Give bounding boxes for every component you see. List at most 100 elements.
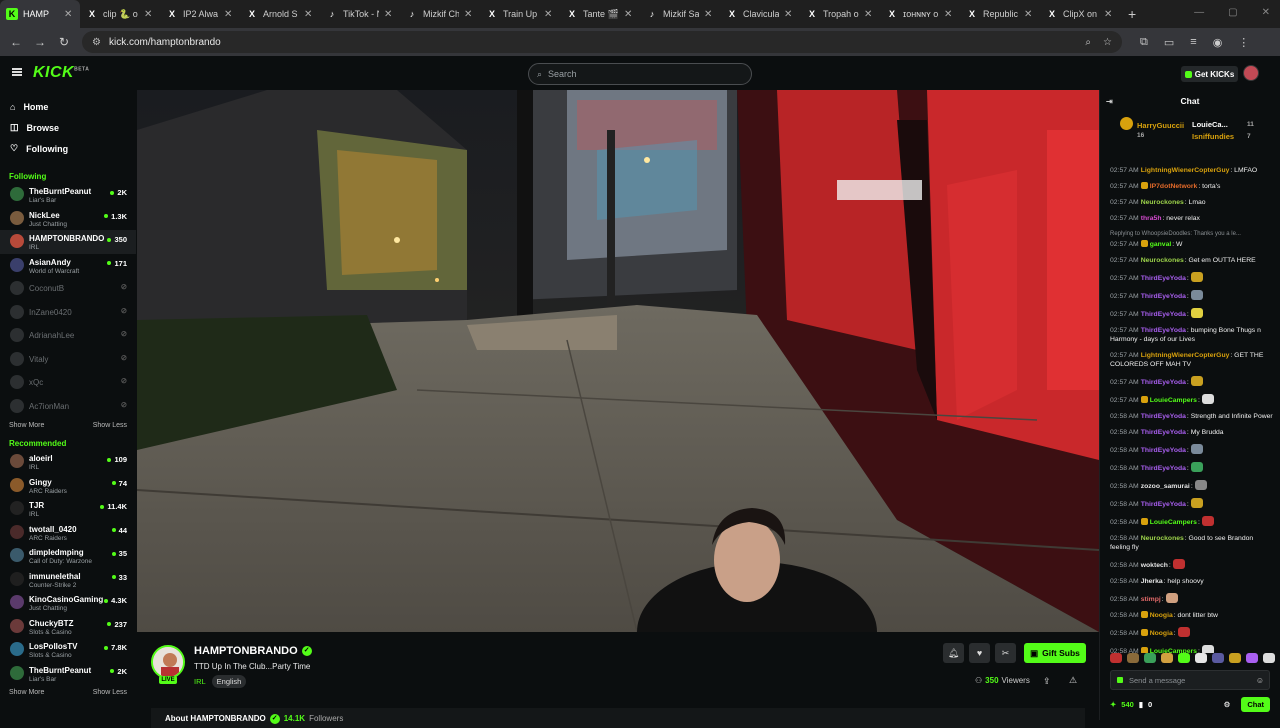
sidebar-channel[interactable]: twotall_0420 ARC Raiders 44 [0, 521, 136, 545]
close-tab-icon[interactable]: ✕ [64, 9, 74, 20]
language-tag[interactable]: English [211, 675, 247, 688]
zoom-icon[interactable]: ⌕ [1085, 37, 1091, 48]
close-tab-icon[interactable]: ✕ [304, 9, 314, 20]
emote-icon[interactable] [1144, 653, 1156, 663]
second-gifter-name[interactable]: LouieCa... [1192, 120, 1228, 129]
message-username[interactable]: Jherka [1141, 578, 1163, 585]
browser-tab[interactable]: ♪ Mizkif Ch ✕ [400, 0, 480, 28]
minimize-button[interactable]: — [1194, 7, 1204, 18]
message-username[interactable]: Noogia [1150, 612, 1173, 619]
channel-avatar[interactable] [151, 645, 185, 679]
sidebar-channel[interactable]: HAMPTONBRANDO IRL 350 [0, 230, 136, 254]
show-less-recommended-button[interactable]: Show Less [93, 689, 127, 696]
category-link[interactable]: IRL [194, 677, 206, 686]
browser-tab[interactable]: Xclip 🐍 o ✕ [80, 0, 160, 28]
maximize-button[interactable]: ▢ [1228, 7, 1237, 18]
sidebar-nav-browse[interactable]: ◫ Browse [0, 117, 136, 138]
close-tab-icon[interactable]: ✕ [224, 9, 234, 20]
share-icon[interactable]: ⇪ [1043, 676, 1051, 687]
sidebar-channel[interactable]: CoconutB ⊘ [0, 277, 136, 301]
sidebar-channel[interactable]: Vitaly ⊘ [0, 348, 136, 372]
browser-tab[interactable]: ♪ Mizkif Sa ✕ [640, 0, 720, 28]
media-icon[interactable]: ▭ [1164, 36, 1174, 49]
get-kicks-button[interactable]: Get KICKs [1181, 66, 1238, 82]
search-input[interactable]: ⌕ Search [528, 63, 752, 85]
emote-icon[interactable] [1161, 653, 1173, 663]
new-tab-button[interactable]: + [1128, 6, 1136, 22]
emote-icon[interactable] [1246, 653, 1258, 663]
menu-icon[interactable] [12, 68, 22, 76]
message-username[interactable]: ThirdEyeYoda [1141, 501, 1186, 508]
message-username[interactable]: ThirdEyeYoda [1141, 379, 1186, 386]
close-tab-icon[interactable]: ✕ [624, 9, 634, 20]
user-avatar[interactable] [1243, 65, 1259, 81]
emote-icon[interactable] [1229, 653, 1241, 663]
message-username[interactable]: Neurockones [1141, 257, 1184, 264]
browser-tab[interactable]: X Train Up ✕ [480, 0, 560, 28]
browser-menu-icon[interactable]: ⋮ [1238, 36, 1249, 49]
sidebar-channel[interactable]: immunelethal Counter-Strike 2 33 [0, 568, 136, 592]
notification-bell-icon[interactable]: 🔔︎ [943, 643, 964, 663]
message-username[interactable]: ThirdEyeYoda [1141, 447, 1186, 454]
extensions-icon[interactable]: ⧉ [1140, 36, 1148, 49]
sidebar-channel[interactable]: TJR IRL 11.4K [0, 497, 136, 521]
top-gifter-name[interactable]: HarryGuuccii [1137, 121, 1184, 130]
sidebar-channel[interactable]: InZane0420 ⊘ [0, 301, 136, 325]
chat-input[interactable]: Send a message ☺ [1110, 670, 1270, 690]
url-field[interactable]: ⚙ kick.com/hamptonbrando ⌕ ☆ [82, 31, 1122, 53]
close-tab-icon[interactable]: ✕ [544, 9, 554, 20]
close-tab-icon[interactable]: ✕ [1104, 9, 1114, 20]
emote-icon[interactable] [1127, 653, 1139, 663]
tab-search-icon[interactable]: ≡ [1190, 36, 1196, 49]
message-username[interactable]: ThirdEyeYoda [1141, 293, 1186, 300]
sidebar-channel[interactable]: TheBurntPeanut Liar's Bar 2K [0, 183, 136, 207]
sidebar-channel[interactable]: dimpledmping Call of Duty: Warzone 35 [0, 544, 136, 568]
sidebar-channel[interactable]: AsianAndy World of Warcraft 171 [0, 254, 136, 278]
browser-tab[interactable]: K HAMP ✕ [0, 0, 80, 28]
message-username[interactable]: Noogia [1150, 630, 1173, 637]
clip-icon[interactable]: ✂ [995, 643, 1016, 663]
emote-icon[interactable] [1178, 653, 1190, 663]
browser-tab[interactable]: X IP2 Alwa ✕ [160, 0, 240, 28]
message-username[interactable]: IP7dotNetwork [1150, 183, 1198, 190]
message-username[interactable]: LightningWienerCopterGuy [1141, 167, 1230, 174]
chat-send-button[interactable]: Chat [1241, 696, 1270, 712]
emote-icon[interactable] [1110, 653, 1122, 663]
show-less-button[interactable]: Show Less [93, 422, 127, 429]
sidebar-channel[interactable]: TheBurntPeanut Liar's Bar 2K [0, 662, 136, 686]
sidebar-channel[interactable]: Gingy ARC Raiders 74 [0, 474, 136, 498]
kick-logo[interactable]: KICKBETA [33, 64, 89, 82]
sidebar-channel[interactable]: xQc ⊘ [0, 371, 136, 395]
message-username[interactable]: ThirdEyeYoda [1141, 311, 1186, 318]
forward-button[interactable]: → [28, 35, 52, 49]
close-tab-icon[interactable]: ✕ [464, 9, 474, 20]
message-username[interactable]: ThirdEyeYoda [1141, 275, 1186, 282]
browser-tab[interactable]: ♪ TikTok - N ✕ [320, 0, 400, 28]
message-username[interactable]: zozoo_samurai [1141, 483, 1190, 490]
follow-heart-icon[interactable]: ♥ [969, 643, 990, 663]
video-player[interactable] [137, 90, 1099, 632]
show-more-recommended-button[interactable]: Show More [9, 689, 44, 696]
bookmark-star-icon[interactable]: ☆ [1103, 37, 1112, 48]
browser-tab[interactable]: Xɪᴏʜɴɴʏ o ✕ [880, 0, 960, 28]
message-username[interactable]: ThirdEyeYoda [1141, 413, 1186, 420]
message-username[interactable]: LouieCampers [1150, 519, 1197, 526]
close-tab-icon[interactable]: ✕ [864, 9, 874, 20]
browser-tab[interactable]: X Tropah o ✕ [800, 0, 880, 28]
site-info-icon[interactable]: ⚙ [92, 37, 101, 48]
close-tab-icon[interactable]: ✕ [384, 9, 394, 20]
sidebar-channel[interactable]: NickLee Just Chatting 1.3K [0, 207, 136, 231]
sidebar-channel[interactable]: aloeirl IRL 109 [0, 450, 136, 474]
message-username[interactable]: LightningWienerCopterGuy [1141, 352, 1230, 359]
gift-subs-button[interactable]: ▣ Gift Subs [1024, 643, 1086, 663]
message-username[interactable]: Neurockones [1141, 199, 1184, 206]
close-window-button[interactable]: ✕ [1262, 7, 1270, 18]
sidebar-nav-following[interactable]: ♡ Following [0, 138, 136, 159]
emote-icon[interactable] [1263, 653, 1275, 663]
profile-icon[interactable]: ◉ [1213, 36, 1223, 49]
message-username[interactable]: ThirdEyeYoda [1141, 327, 1186, 334]
close-tab-icon[interactable]: ✕ [144, 9, 154, 20]
sidebar-channel[interactable]: LosPollosTV Slots & Casino 7.8K [0, 638, 136, 662]
message-username[interactable]: LouieCampers [1150, 397, 1197, 404]
emote-icon[interactable] [1195, 653, 1207, 663]
